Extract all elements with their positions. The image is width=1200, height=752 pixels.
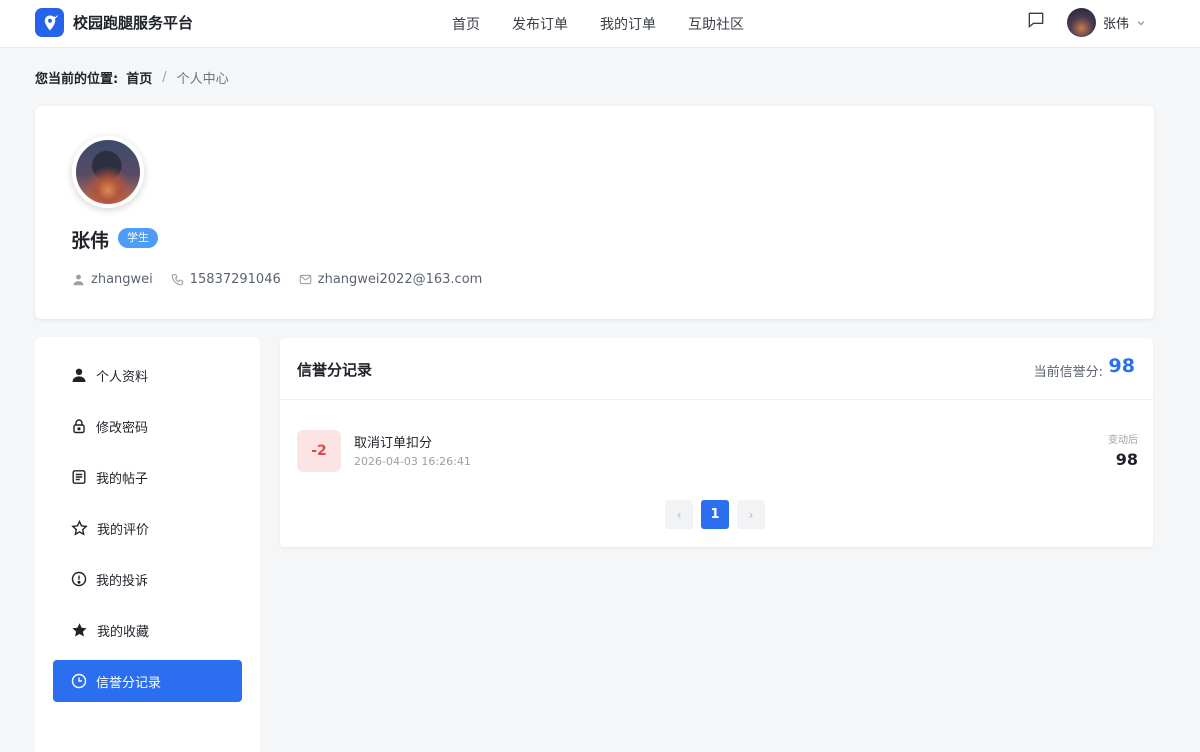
star-filled-icon: [72, 622, 87, 636]
prev-page-button[interactable]: ‹: [665, 500, 693, 529]
card-header: 信誉分记录 当前信誉分: 98: [280, 338, 1153, 400]
record-reason: 取消订单扣分: [354, 436, 433, 451]
next-page-button[interactable]: ›: [737, 500, 765, 529]
sidebar-item-label: 我的投诉: [96, 573, 149, 589]
profile-avatar: [72, 136, 144, 208]
page-button-current[interactable]: 1: [701, 500, 729, 529]
profile-name: 张伟: [71, 230, 110, 252]
role-badge: 学生: [118, 228, 158, 248]
brand-name: 校园跑腿服务平台: [73, 14, 194, 32]
username-text: zhangwei: [91, 272, 153, 287]
breadcrumb-label: 您当前的位置:: [35, 72, 119, 87]
profile-card: 张伟 学生 zhangwei 15837291046 zhangwei2022@…: [35, 106, 1154, 319]
credit-record-card: 信誉分记录 当前信誉分: 98 -2 取消订单扣分 2026-04-03 16:…: [280, 338, 1153, 547]
after-score-value: 98: [1115, 450, 1138, 469]
sidebar-item-my-favorites[interactable]: 我的收藏: [53, 609, 242, 651]
sidebar-item-label: 我的评价: [97, 522, 150, 538]
phone-text: 15837291046: [189, 272, 281, 287]
chevron-down-icon: [1137, 20, 1145, 25]
top-navbar: 校园跑腿服务平台 首页 发布订单 我的订单 互助社区 张伟: [0, 0, 1200, 48]
profile-meta: zhangwei 15837291046 zhangwei2022@163.co…: [72, 272, 500, 287]
lock-icon: [73, 419, 85, 434]
after-score-label: 变动后: [1108, 435, 1138, 446]
sidebar-item-my-complaints[interactable]: 我的投诉: [53, 558, 242, 600]
sidebar-item-profile[interactable]: 个人资料: [53, 354, 242, 396]
breadcrumb-current: 个人中心: [176, 72, 229, 87]
alert-circle-icon: [71, 571, 87, 587]
clock-icon: [71, 673, 87, 689]
sidebar-item-label: 我的帖子: [96, 471, 149, 487]
nav-item-my-orders[interactable]: 我的订单: [600, 14, 656, 34]
breadcrumb-separator: /: [162, 70, 167, 85]
breadcrumb: 您当前的位置: 首页 / 个人中心: [35, 68, 229, 87]
main-nav: 首页 发布订单 我的订单 互助社区: [452, 0, 776, 48]
location-pin-icon: [35, 8, 64, 37]
user-icon: [72, 368, 86, 382]
breadcrumb-home-link[interactable]: 首页: [126, 68, 152, 87]
message-icon[interactable]: [1026, 10, 1048, 32]
sidebar-item-label: 修改密码: [96, 420, 149, 436]
user-name: 张伟: [1103, 17, 1130, 32]
profile-email: zhangwei2022@163.com: [299, 272, 483, 287]
brand[interactable]: 校园跑腿服务平台: [35, 8, 193, 37]
profile-username: zhangwei: [72, 272, 153, 287]
current-score-value: 98: [1108, 355, 1135, 377]
nav-item-home[interactable]: 首页: [452, 14, 480, 34]
user-icon: [73, 274, 84, 286]
pagination: ‹ 1 ›: [665, 500, 773, 529]
sidebar-item-change-password[interactable]: 修改密码: [53, 405, 242, 447]
document-icon: [72, 470, 86, 484]
score-delta-badge: -2: [297, 430, 341, 472]
record-time: 2026-04-03 16:26:41: [354, 455, 471, 468]
star-outline-icon: [71, 519, 88, 536]
avatar: [1067, 8, 1096, 37]
sidebar-item-my-reviews[interactable]: 我的评价: [53, 507, 242, 549]
sidebar-item-label: 我的收藏: [97, 624, 150, 640]
current-score-label: 当前信誉分:: [1033, 365, 1103, 380]
card-title: 信誉分记录: [297, 361, 373, 379]
list-item: -2 取消订单扣分 2026-04-03 16:26:41 变动后 98: [297, 429, 1138, 475]
sidebar-item-credit-record[interactable]: 信誉分记录: [53, 660, 242, 702]
phone-icon: [171, 274, 183, 286]
email-text: zhangwei2022@163.com: [317, 272, 483, 287]
user-menu[interactable]: 张伟: [1067, 8, 1146, 37]
profile-phone: 15837291046: [171, 272, 281, 287]
sidebar-item-label: 信誉分记录: [96, 675, 162, 691]
mail-icon: [299, 274, 312, 285]
sidebar: 个人资料 修改密码 我的帖子 我的评价 我的投诉 我的收藏 信誉分记录: [35, 337, 260, 752]
sidebar-item-my-posts[interactable]: 我的帖子: [53, 456, 242, 498]
sidebar-item-label: 个人资料: [96, 369, 149, 385]
nav-item-community[interactable]: 互助社区: [688, 14, 744, 34]
nav-item-publish-order[interactable]: 发布订单: [512, 14, 568, 34]
